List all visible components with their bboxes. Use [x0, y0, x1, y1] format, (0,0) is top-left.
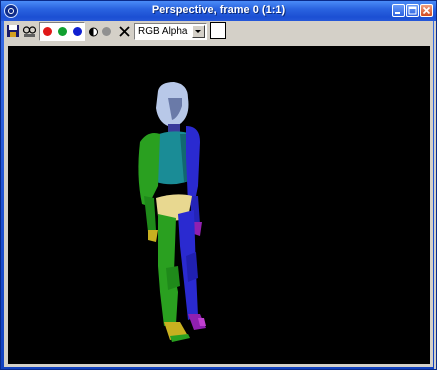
- render-frame-window: Perspective, frame 0 (1:1) RGB Alpha: [0, 0, 437, 370]
- save-button[interactable]: [6, 24, 21, 39]
- close-icon: [422, 6, 431, 15]
- channel-select-value: RGB Alpha: [138, 26, 188, 37]
- maximize-button[interactable]: [406, 4, 419, 17]
- clone-button[interactable]: [22, 24, 37, 39]
- title-bar[interactable]: Perspective, frame 0 (1:1): [1, 1, 436, 21]
- clear-icon: [119, 26, 130, 37]
- blue-channel-icon[interactable]: [73, 27, 82, 36]
- channel-select[interactable]: RGB Alpha: [134, 23, 207, 40]
- render-toolbar: RGB Alpha: [4, 21, 433, 43]
- window-right-border: [434, 21, 436, 369]
- maximize-icon: [408, 6, 417, 15]
- mono-icon: [89, 27, 98, 37]
- green-channel-icon[interactable]: [58, 27, 67, 36]
- rendered-figure: [138, 82, 206, 342]
- figure-right-arm: [186, 126, 200, 206]
- alpha-channel-icon[interactable]: [102, 27, 111, 36]
- color-swatch[interactable]: [210, 22, 226, 39]
- viewport-frame: [4, 42, 433, 367]
- clone-icon: [22, 26, 37, 37]
- mono-button[interactable]: [86, 24, 101, 39]
- close-button[interactable]: [420, 4, 433, 17]
- window-title: Perspective, frame 0 (1:1): [151, 4, 286, 16]
- clear-button[interactable]: [117, 24, 132, 39]
- save-icon: [7, 25, 19, 37]
- chevron-down-icon[interactable]: [192, 25, 205, 38]
- figure-left-hand: [148, 230, 158, 242]
- figure-left-arm: [138, 133, 160, 206]
- render-viewport[interactable]: [8, 46, 430, 364]
- red-channel-icon[interactable]: [43, 27, 52, 36]
- minimize-icon: [395, 12, 400, 14]
- minimize-button[interactable]: [392, 4, 405, 17]
